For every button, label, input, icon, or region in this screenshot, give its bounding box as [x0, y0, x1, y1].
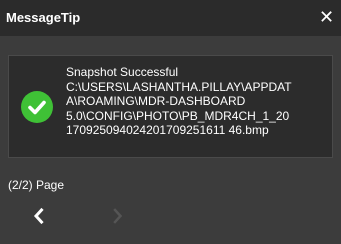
check-circle-icon: [21, 91, 53, 123]
page-indicator: (2/2) Page: [8, 178, 65, 192]
close-button[interactable]: ✕: [319, 6, 341, 30]
message-line: A\ROAMING\MDR-DASHBOARD: [66, 94, 246, 109]
message-line: C:\USERS\LASHANTHA.PILLAY\APPDAT: [66, 79, 292, 94]
window-title: MessageTip: [6, 10, 81, 25]
message-line: Snapshot Successful: [66, 65, 179, 79]
chevron-left-icon[interactable]: [29, 205, 51, 227]
title-bar: MessageTip ✕: [0, 0, 341, 36]
message-text: Snapshot Successful C:\USERS\LASHANTHA.PI…: [66, 65, 328, 138]
chevron-right-icon[interactable]: [106, 205, 128, 227]
message-line: 170925094024201709251611 46.bmp: [66, 123, 269, 138]
message-panel: Snapshot Successful C:\USERS\LASHANTHA.PI…: [8, 55, 333, 158]
message-line: 5.0\CONFIG\PHOTO\PB_MDR4CH_1_20: [66, 108, 290, 123]
message-tip-window: MessageTip ✕ Snapshot Successful C:\USERS…: [0, 0, 341, 244]
